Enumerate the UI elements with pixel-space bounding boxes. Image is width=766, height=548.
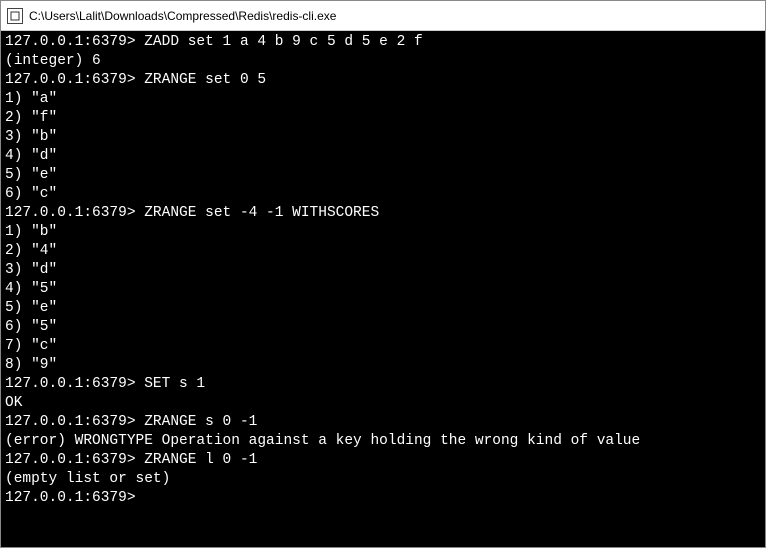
output-line: 6) "5": [5, 318, 761, 337]
output-line: 2) "f": [5, 109, 761, 128]
app-icon: [7, 8, 23, 24]
output-line: 1) "b": [5, 223, 761, 242]
terminal-output[interactable]: 127.0.0.1:6379> ZADD set 1 a 4 b 9 c 5 d…: [1, 31, 765, 547]
output-line: 4) "d": [5, 147, 761, 166]
output-line: 3) "d": [5, 261, 761, 280]
output-line: (error) WRONGTYPE Operation against a ke…: [5, 432, 761, 451]
output-line: 2) "4": [5, 242, 761, 261]
command-line: 127.0.0.1:6379> ZRANGE set -4 -1 WITHSCO…: [5, 204, 761, 223]
command-line: 127.0.0.1:6379> ZRANGE s 0 -1: [5, 413, 761, 432]
output-line: 4) "5": [5, 280, 761, 299]
output-line: OK: [5, 394, 761, 413]
window-titlebar[interactable]: C:\Users\Lalit\Downloads\Compressed\Redi…: [1, 1, 765, 31]
terminal-window: C:\Users\Lalit\Downloads\Compressed\Redi…: [0, 0, 766, 548]
output-line: (integer) 6: [5, 52, 761, 71]
output-line: 7) "c": [5, 337, 761, 356]
output-line: 5) "e": [5, 299, 761, 318]
output-line: 5) "e": [5, 166, 761, 185]
output-line: 3) "b": [5, 128, 761, 147]
command-line: 127.0.0.1:6379> SET s 1: [5, 375, 761, 394]
command-line: 127.0.0.1:6379> ZADD set 1 a 4 b 9 c 5 d…: [5, 33, 761, 52]
active-prompt[interactable]: 127.0.0.1:6379>: [5, 489, 761, 508]
output-line: (empty list or set): [5, 470, 761, 489]
command-line: 127.0.0.1:6379> ZRANGE set 0 5: [5, 71, 761, 90]
command-line: 127.0.0.1:6379> ZRANGE l 0 -1: [5, 451, 761, 470]
window-title: C:\Users\Lalit\Downloads\Compressed\Redi…: [29, 9, 336, 23]
output-line: 8) "9": [5, 356, 761, 375]
output-line: 6) "c": [5, 185, 761, 204]
output-line: 1) "a": [5, 90, 761, 109]
